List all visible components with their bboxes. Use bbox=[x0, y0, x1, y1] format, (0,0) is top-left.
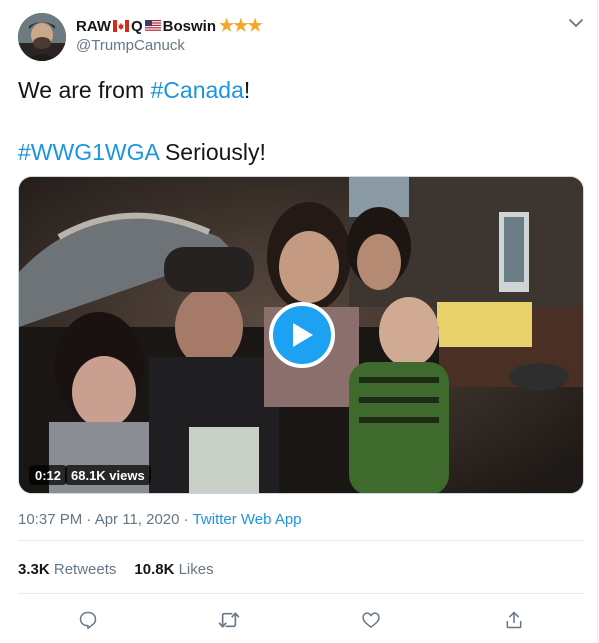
us-flag-icon bbox=[144, 20, 161, 32]
play-icon bbox=[293, 323, 313, 347]
tweet-text-segment: Seriously! bbox=[158, 139, 266, 165]
reply-icon bbox=[79, 611, 97, 630]
tweet-text-segment: We are from bbox=[18, 77, 151, 103]
retweet-button[interactable] bbox=[212, 603, 246, 637]
tweet-source-link[interactable]: Twitter Web App bbox=[193, 511, 302, 528]
divider bbox=[18, 593, 584, 594]
tweet-actions bbox=[0, 603, 598, 637]
retweets-count: 3.3K bbox=[18, 561, 50, 578]
like-icon bbox=[362, 612, 380, 628]
star-icon: ★★★ bbox=[219, 16, 263, 35]
display-name-part: Boswin bbox=[162, 17, 217, 35]
canada-flag-icon bbox=[113, 20, 129, 32]
tweet-text-segment: ! bbox=[243, 77, 251, 103]
share-icon bbox=[506, 611, 522, 629]
retweets-stat[interactable]: 3.3K Retweets bbox=[18, 561, 116, 578]
tweet-stats: 3.3K Retweets 10.8K Likes bbox=[18, 561, 214, 578]
display-name-part: Q bbox=[131, 17, 143, 35]
reply-button[interactable] bbox=[71, 603, 105, 637]
retweets-label: Retweets bbox=[49, 561, 117, 578]
tweet-text: We are from #Canada! #WWG1WGA Seriously! bbox=[18, 75, 578, 168]
tweet-timestamp: 10:37 PM · Apr 11, 2020 · Twitter Web Ap… bbox=[18, 511, 302, 528]
display-name-part: RAW bbox=[76, 17, 111, 35]
retweet-icon bbox=[218, 612, 240, 628]
likes-count: 10.8K bbox=[134, 561, 175, 578]
display-name[interactable]: RAW Q Boswin ★★★ bbox=[76, 15, 263, 37]
hashtag-wwg1wga[interactable]: #WWG1WGA bbox=[18, 139, 159, 165]
avatar[interactable] bbox=[18, 13, 66, 61]
likes-label: Likes bbox=[174, 561, 214, 578]
like-button[interactable] bbox=[354, 603, 388, 637]
user-handle[interactable]: @TrumpCanuck bbox=[76, 37, 185, 54]
video-duration-badge: 0:12 bbox=[29, 465, 68, 485]
share-button[interactable] bbox=[497, 603, 531, 637]
chevron-down-icon[interactable] bbox=[567, 14, 585, 32]
divider bbox=[18, 540, 584, 541]
tweet-time[interactable]: 10:37 PM · Apr 11, 2020 · bbox=[18, 511, 193, 528]
hashtag-canada[interactable]: #Canada bbox=[151, 77, 244, 103]
play-button[interactable] bbox=[269, 302, 335, 368]
likes-stat[interactable]: 10.8K Likes bbox=[134, 561, 213, 578]
video-views-badge: 68.1K views bbox=[65, 465, 151, 485]
